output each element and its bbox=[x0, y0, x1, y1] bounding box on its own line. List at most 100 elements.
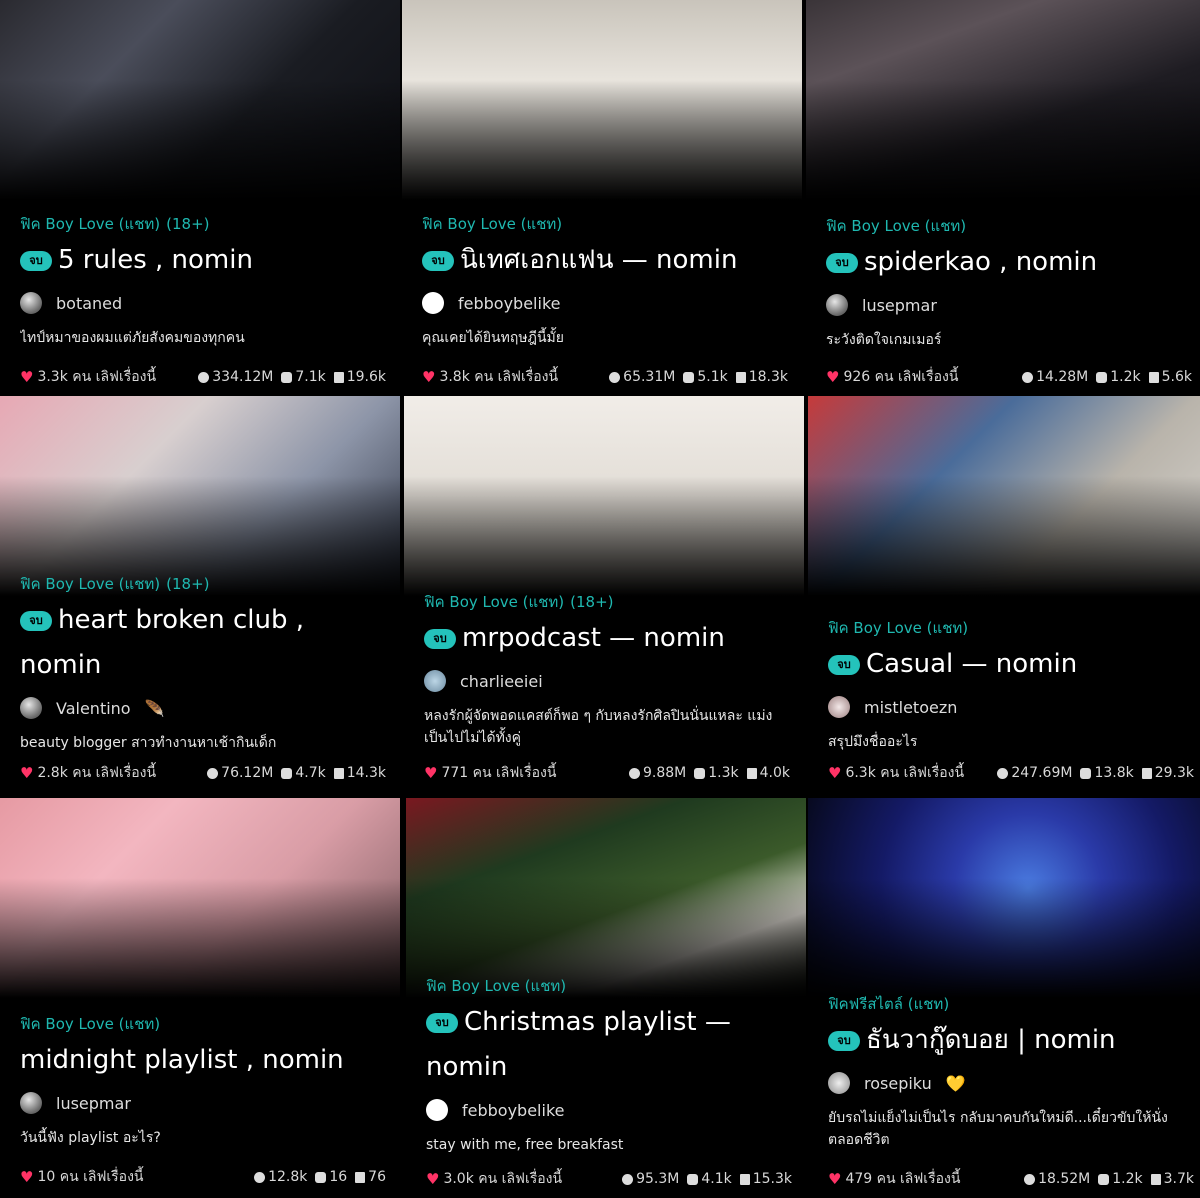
story-description: ระวังติดใจเกมเมอร์ bbox=[826, 332, 942, 348]
avatar bbox=[826, 294, 848, 316]
views-count: 334.12M bbox=[212, 369, 274, 385]
likes-count: 771 คน เลิฟเรื่องนี้ bbox=[441, 765, 557, 781]
story-card[interactable]: ฟิค Boy Love (แชท) จบ นิเทศเอกแฟน — nomin… bbox=[402, 0, 802, 396]
stats-row: ♥ 479 คน เลิฟเรื่องนี้ 18.52M 1.2k 3.7k bbox=[828, 1168, 1194, 1190]
cover-image bbox=[808, 798, 1200, 998]
stats-row: ♥ 771 คน เลิฟเรื่องนี้ 9.88M 1.3k 4.0k bbox=[424, 762, 790, 784]
story-description: วันนี้ฟัง playlist อะไร? bbox=[20, 1130, 161, 1146]
comment-icon bbox=[281, 767, 293, 779]
feather-icon: 🪶 bbox=[144, 698, 165, 718]
story-card[interactable]: ฟิค Boy Love (แชท) (18+) จบ 5 rules , nomi… bbox=[0, 0, 400, 396]
author[interactable]: Valentino 🪶 bbox=[20, 696, 386, 720]
views-count: 247.69M bbox=[1011, 765, 1073, 781]
rating-label: (18+) bbox=[166, 215, 210, 233]
story-card[interactable]: ฟิค Boy Love (แชท) จบ spiderkao , nomin l… bbox=[806, 0, 1200, 396]
author[interactable]: febboybelike bbox=[422, 291, 788, 315]
chapters-count: 4.0k bbox=[759, 765, 790, 781]
story-card[interactable]: ฟิค Boy Love (แชท) จบ Casual — nomin mist… bbox=[808, 396, 1200, 792]
author[interactable]: botaned bbox=[20, 291, 386, 315]
chapter-icon bbox=[1148, 371, 1159, 383]
avatar bbox=[422, 292, 444, 314]
story-title[interactable]: จบ spiderkao , nomin bbox=[826, 240, 1192, 285]
avatar bbox=[828, 1072, 850, 1094]
cover-image bbox=[806, 0, 1200, 200]
story-description: stay with me, free breakfast bbox=[426, 1137, 624, 1153]
heart-icon: ♥ bbox=[424, 764, 438, 782]
story-card[interactable]: ฟิค Boy Love (แชท) (18+) จบ heart broken c… bbox=[0, 396, 400, 792]
stats-row: ♥ 2.8k คน เลิฟเรื่องนี้ 76.12M 4.7k 14.3k bbox=[20, 762, 386, 784]
comment-icon bbox=[683, 371, 695, 383]
likes-count: 2.8k คน เลิฟเรื่องนี้ bbox=[37, 765, 157, 781]
heart-badge-icon: 💛 bbox=[945, 1073, 966, 1093]
chapter-icon bbox=[739, 1173, 750, 1185]
heart-icon: ♥ bbox=[20, 764, 34, 782]
views-icon bbox=[1022, 371, 1034, 383]
story-title[interactable]: จบ 5 rules , nomin bbox=[20, 238, 386, 283]
comments-count: 13.8k bbox=[1094, 765, 1134, 781]
story-description: หลงรักผู้จัดพอดแคสต์ก็พอ ๆ กับหลงรักศิลป… bbox=[424, 708, 773, 746]
chapters-count: 5.6k bbox=[1161, 369, 1192, 385]
avatar bbox=[20, 292, 42, 314]
chapter-icon bbox=[333, 371, 344, 383]
views-icon bbox=[628, 767, 640, 779]
comment-icon bbox=[687, 1173, 699, 1185]
chapter-icon bbox=[333, 767, 344, 779]
genre-label: ฟิค Boy Love (แชท) bbox=[426, 977, 567, 995]
author[interactable]: mistletoezn bbox=[828, 695, 1194, 719]
author[interactable]: febboybelike bbox=[426, 1098, 792, 1122]
story-title[interactable]: จบ heart broken club , nomin bbox=[20, 598, 386, 688]
avatar bbox=[424, 670, 446, 692]
story-title[interactable]: จบ Casual — nomin bbox=[828, 642, 1194, 687]
author[interactable]: rosepiku 💛 bbox=[828, 1071, 1194, 1095]
author[interactable]: lusepmar bbox=[20, 1091, 386, 1115]
avatar bbox=[20, 1092, 42, 1114]
completed-badge: จบ bbox=[828, 655, 860, 675]
story-title[interactable]: จบ mrpodcast — nomin bbox=[424, 616, 790, 661]
genre-label: ฟิคฟรีสไตล์ (แชท) bbox=[828, 995, 950, 1013]
completed-badge: จบ bbox=[826, 253, 858, 273]
completed-badge: จบ bbox=[828, 1031, 860, 1051]
story-title[interactable]: midnight playlist , nomin bbox=[20, 1038, 386, 1083]
genre-label: ฟิค Boy Love (แชท) bbox=[422, 215, 563, 233]
author[interactable]: charlieeiei bbox=[424, 669, 790, 693]
story-title[interactable]: จบ ธันวากู๊ดบอย | nomin bbox=[828, 1018, 1194, 1063]
avatar bbox=[828, 696, 850, 718]
views-icon bbox=[997, 767, 1009, 779]
completed-badge: จบ bbox=[422, 251, 454, 271]
likes-count: 3.3k คน เลิฟเรื่องนี้ bbox=[37, 369, 157, 385]
story-description: beauty blogger สาวทำงานหาเช้ากินเด็ก bbox=[20, 735, 277, 751]
views-count: 65.31M bbox=[623, 369, 676, 385]
chapters-count: 18.3k bbox=[748, 369, 788, 385]
cover-image bbox=[404, 396, 804, 596]
views-count: 14.28M bbox=[1036, 369, 1089, 385]
stats-row: ♥ 6.3k คน เลิฟเรื่องนี้ 247.69M 13.8k 29.… bbox=[828, 762, 1194, 784]
heart-icon: ♥ bbox=[20, 368, 34, 386]
views-icon bbox=[1024, 1173, 1036, 1185]
story-card[interactable]: ฟิค Boy Love (แชท) (18+) จบ mrpodcast — no… bbox=[404, 396, 804, 792]
comment-icon bbox=[1098, 1173, 1110, 1185]
views-count: 9.88M bbox=[642, 765, 687, 781]
views-icon bbox=[207, 767, 219, 779]
story-title[interactable]: จบ Christmas playlist — nomin bbox=[426, 1000, 792, 1090]
rating-label: (18+) bbox=[166, 575, 210, 593]
chapters-count: 15.3k bbox=[752, 1171, 792, 1187]
comment-icon bbox=[1096, 371, 1108, 383]
story-card[interactable]: ฟิค Boy Love (แชท) จบ Christmas playlist … bbox=[406, 798, 806, 1198]
story-card[interactable]: ฟิค Boy Love (แชท) midnight playlist , n… bbox=[0, 798, 400, 1198]
comments-count: 1.2k bbox=[1110, 369, 1141, 385]
story-title[interactable]: จบ นิเทศเอกแฟน — nomin bbox=[422, 238, 788, 283]
comments-count: 16 bbox=[329, 1169, 348, 1185]
views-count: 18.52M bbox=[1038, 1171, 1091, 1187]
cover-image bbox=[0, 798, 400, 998]
likes-count: 926 คน เลิฟเรื่องนี้ bbox=[843, 369, 959, 385]
heart-icon: ♥ bbox=[828, 1170, 842, 1188]
chapters-count: 3.7k bbox=[1163, 1171, 1194, 1187]
story-card[interactable]: ฟิคฟรีสไตล์ (แชท) จบ ธันวากู๊ดบอย | nomin… bbox=[808, 798, 1200, 1198]
completed-badge: จบ bbox=[424, 629, 456, 649]
views-count: 76.12M bbox=[221, 765, 274, 781]
comment-icon bbox=[315, 1171, 327, 1183]
author[interactable]: lusepmar bbox=[826, 293, 1192, 317]
comments-count: 5.1k bbox=[697, 369, 728, 385]
cover-image bbox=[0, 0, 400, 200]
story-description: ยับรถไม่แย็งไม่เป็นไร กลับมาคบกันใหม่ดี.… bbox=[828, 1110, 1168, 1148]
